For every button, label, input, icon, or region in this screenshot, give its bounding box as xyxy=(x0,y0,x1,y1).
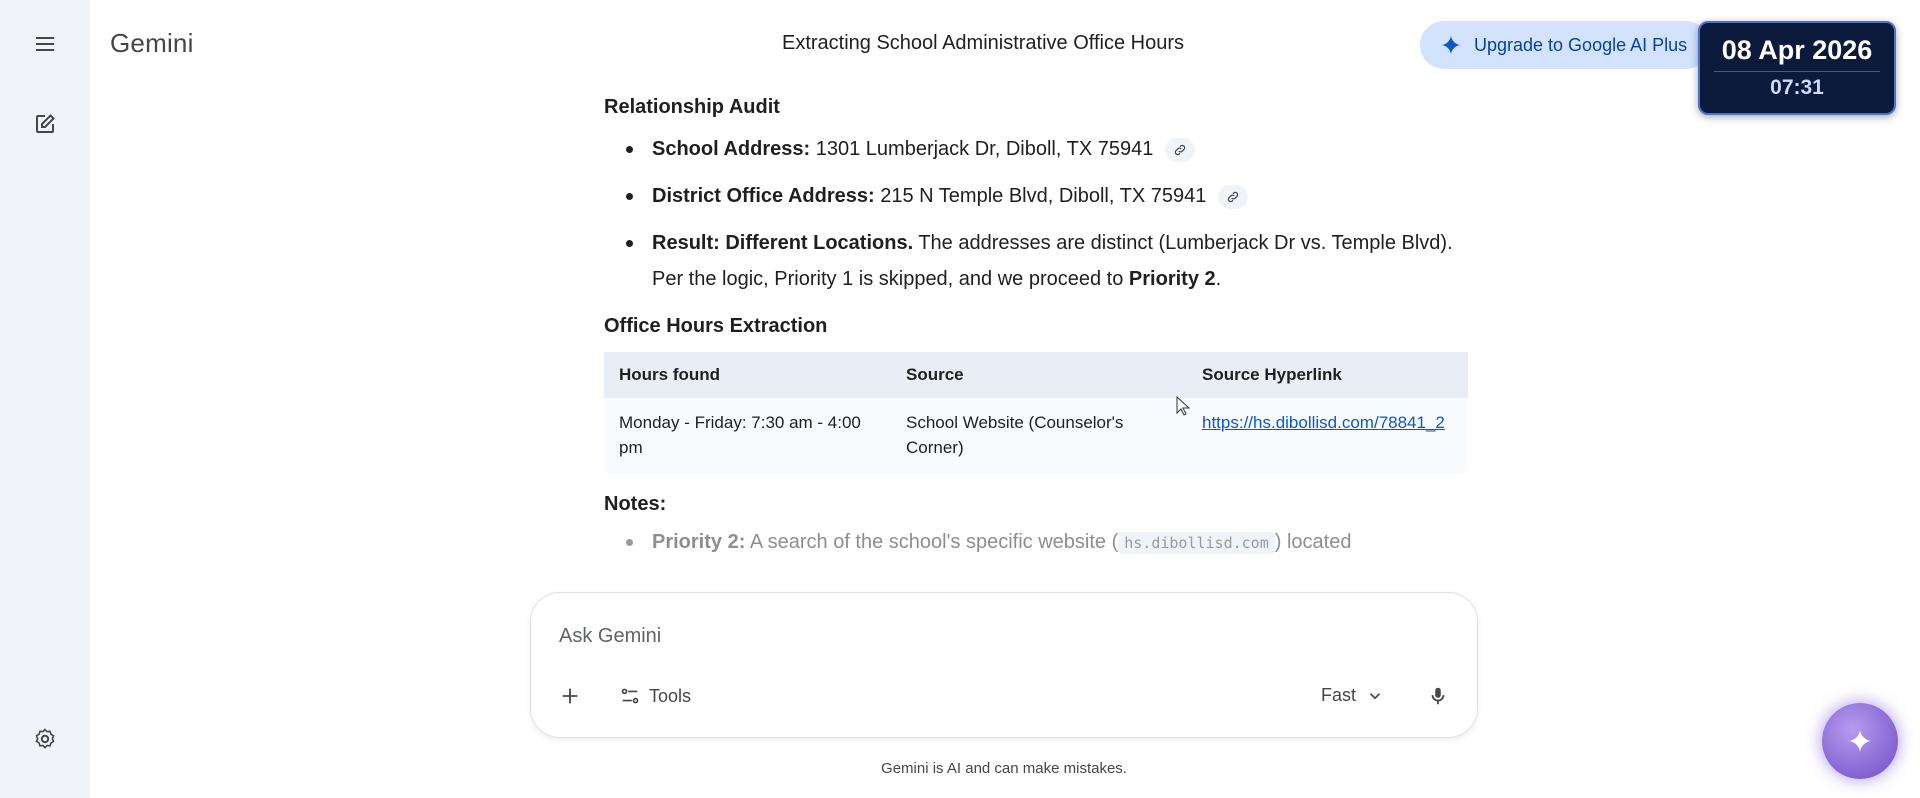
school-address-label: School Address: xyxy=(652,138,811,160)
settings-icon xyxy=(35,728,55,749)
relationship-list: School Address: 1301 Lumberjack Dr, Dibo… xyxy=(604,131,1470,297)
microphone-button[interactable] xyxy=(1427,685,1449,707)
response-content: Relationship Audit School Address: 1301 … xyxy=(604,96,1470,572)
sparkle-icon xyxy=(1849,730,1871,752)
mouse-cursor-icon xyxy=(1176,396,1190,416)
mode-label: Fast xyxy=(1321,685,1357,705)
table-cell: School Website (Counselor's Corner) xyxy=(891,398,1187,473)
column-header: Source Hyperlink xyxy=(1187,352,1468,398)
office-hours-table: Hours found Source Source Hyperlink Mond… xyxy=(604,352,1468,473)
table-header-row: Hours found Source Source Hyperlink xyxy=(604,352,1468,398)
tools-icon xyxy=(621,688,639,704)
district-address-label: District Office Address: xyxy=(652,185,875,207)
upgrade-label: Upgrade to Google AI Plus xyxy=(1474,34,1688,55)
list-item: Priority 2: A search of the school's spe… xyxy=(604,524,1470,561)
prompt-input[interactable] xyxy=(559,621,1419,651)
note-text-after: ) located xyxy=(1274,531,1352,553)
result-label: Result: Different Locations. xyxy=(652,232,914,254)
column-header: Hours found xyxy=(604,352,891,398)
gemini-assistant-button[interactable] xyxy=(1822,703,1898,779)
link-icon xyxy=(1174,144,1186,155)
clock-divider xyxy=(1714,71,1880,72)
source-hyperlink[interactable]: https://hs.dibollisd.com/78841_2 xyxy=(1202,413,1445,432)
menu-icon xyxy=(36,37,54,51)
upgrade-button[interactable]: Upgrade to Google AI Plus xyxy=(1420,21,1710,69)
list-item: Result: Different Locations. The address… xyxy=(604,225,1470,297)
result-emphasis: Priority 2 xyxy=(1128,268,1216,290)
clock-date: 08 Apr 2026 xyxy=(1721,35,1873,65)
disclaimer: Gemini is AI and can make mistakes. xyxy=(881,760,1127,777)
list-item: School Address: 1301 Lumberjack Dr, Dibo… xyxy=(604,131,1470,167)
notes-list: Priority 2: A search of the school's spe… xyxy=(604,524,1470,561)
prompt-box: Tools Fast xyxy=(530,592,1478,738)
list-item: District Office Address: 215 N Temple Bl… xyxy=(604,178,1470,214)
notes-heading: Notes: xyxy=(604,493,667,515)
new-chat-button[interactable] xyxy=(25,104,65,144)
relationship-heading: Relationship Audit xyxy=(604,96,780,118)
result-end: . xyxy=(1215,268,1222,290)
source-link-chip[interactable] xyxy=(1164,137,1195,162)
menu-button[interactable] xyxy=(25,24,65,64)
column-header: Source xyxy=(891,352,1187,398)
clock-widget: 08 Apr 2026 07:31 xyxy=(1698,21,1896,115)
mode-selector[interactable]: Fast xyxy=(1321,685,1384,706)
clock-time: 07:31 xyxy=(1770,76,1824,99)
tools-button[interactable]: Tools xyxy=(619,685,691,707)
sparkle-icon xyxy=(1441,35,1461,55)
note-text: A search of the school's specific websit… xyxy=(749,531,1119,553)
extraction-heading: Office Hours Extraction xyxy=(604,315,828,337)
chevron-down-icon xyxy=(1369,692,1381,699)
source-link-chip[interactable] xyxy=(1217,184,1248,209)
note-code: hs.dibollisd.com xyxy=(1118,532,1275,554)
sidebar xyxy=(0,0,90,798)
note-label: Priority 2: xyxy=(652,531,746,553)
table-cell: https://hs.dibollisd.com/78841_2 xyxy=(1187,398,1468,473)
new-chat-icon xyxy=(36,114,55,133)
microphone-icon xyxy=(1431,687,1445,705)
link-icon xyxy=(1227,191,1239,202)
add-button[interactable] xyxy=(559,685,581,707)
table-cell: Monday - Friday: 7:30 am - 4:00 pm xyxy=(604,398,891,473)
brand-title: Gemini xyxy=(110,28,194,58)
plus-icon xyxy=(562,688,578,704)
tools-label: Tools xyxy=(649,685,692,706)
settings-button[interactable] xyxy=(25,719,65,759)
district-address-value: 215 N Temple Blvd, Diboll, TX 75941 xyxy=(880,185,1207,207)
table-row: Monday - Friday: 7:30 am - 4:00 pm Schoo… xyxy=(604,398,1468,473)
school-address-value: 1301 Lumberjack Dr, Diboll, TX 75941 xyxy=(815,138,1154,160)
